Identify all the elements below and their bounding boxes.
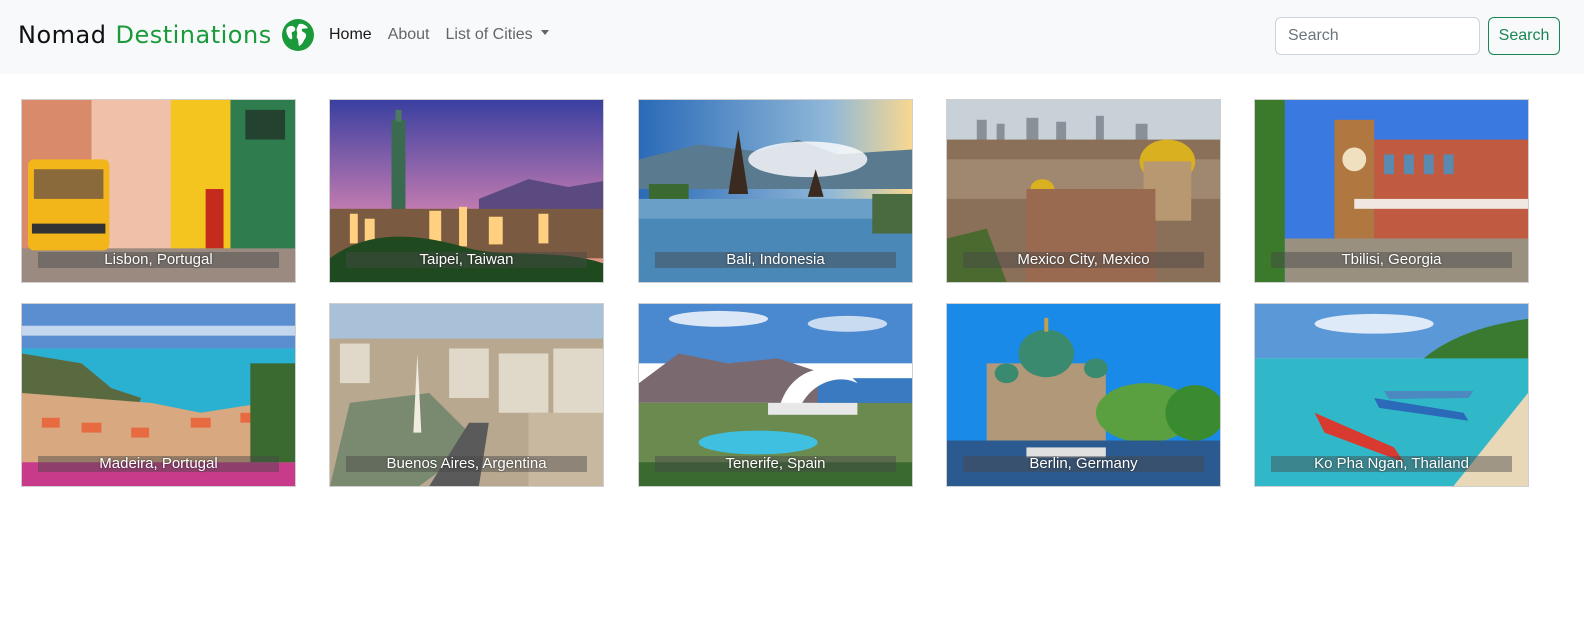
city-label: Taipei, Taiwan <box>419 251 514 268</box>
globe-icon <box>281 18 315 52</box>
city-card-madeira[interactable]: Madeira, Portugal <box>21 303 296 487</box>
city-label: Ko Pha Ngan, Thailand <box>1314 455 1469 472</box>
city-label: Buenos Aires, Argentina <box>386 455 547 472</box>
caret-down-icon <box>540 30 549 36</box>
brand-logo[interactable]: Nomad Destinations <box>18 17 315 53</box>
city-card-buenos-aires[interactable]: Buenos Aires, Argentina <box>329 303 604 487</box>
city-label: Lisbon, Portugal <box>104 251 213 268</box>
city-card-ko-pha-ngan[interactable]: Ko Pha Ngan, Thailand <box>1254 303 1529 487</box>
nav-link-home[interactable]: Home <box>329 26 372 44</box>
city-card-taipei[interactable]: Taipei, Taiwan <box>329 99 604 283</box>
brand-name-part1: Nomad <box>18 21 107 49</box>
search-button[interactable]: Search <box>1488 17 1560 55</box>
brand-name-part2: Destinations <box>115 21 272 49</box>
city-label: Tenerife, Spain <box>725 455 826 472</box>
city-card-mexico-city[interactable]: Mexico City, Mexico <box>946 99 1221 283</box>
city-label: Berlin, Germany <box>1029 455 1138 472</box>
nav-links: Home About List of Cities <box>329 26 565 44</box>
nav-dropdown-cities[interactable]: List of Cities <box>446 26 549 44</box>
city-card-lisbon[interactable]: Lisbon, Portugal <box>21 99 296 283</box>
city-label: Bali, Indonesia <box>726 251 825 268</box>
city-label: Mexico City, Mexico <box>1017 251 1150 268</box>
city-card-bali[interactable]: Bali, Indonesia <box>638 99 913 283</box>
nav-link-about[interactable]: About <box>388 26 430 44</box>
search-input[interactable] <box>1275 17 1480 55</box>
navbar: Nomad Destinations Home About List of Ci… <box>0 0 1584 74</box>
city-label: Tbilisi, Georgia <box>1341 251 1442 268</box>
city-label: Madeira, Portugal <box>99 455 218 472</box>
city-card-tbilisi[interactable]: Tbilisi, Georgia <box>1254 99 1529 283</box>
nav-dropdown-cities-label: List of Cities <box>445 26 533 43</box>
city-card-tenerife[interactable]: Tenerife, Spain <box>638 303 913 487</box>
city-card-berlin[interactable]: Berlin, Germany <box>946 303 1221 487</box>
